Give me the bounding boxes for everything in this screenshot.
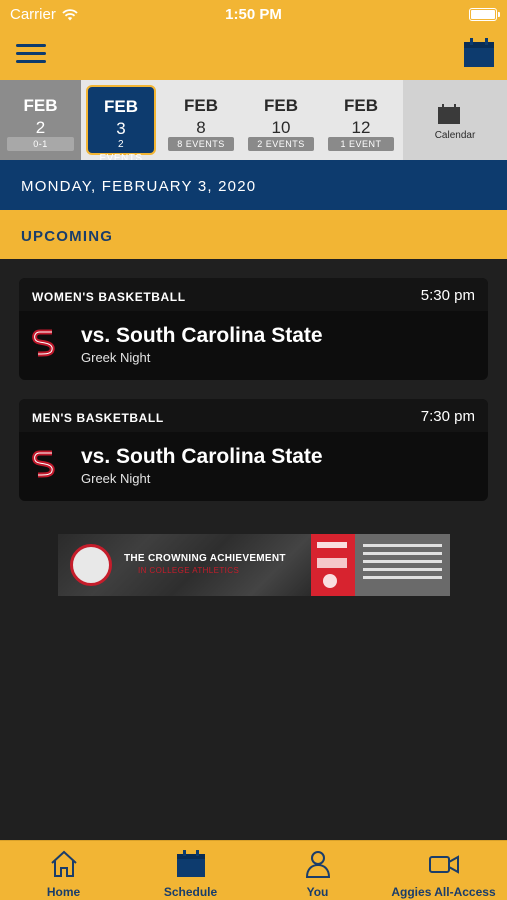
calendar-icon <box>177 850 205 877</box>
ad-fine-print <box>355 534 450 596</box>
calendar-label: Calendar <box>434 130 476 141</box>
sport-label: MEN'S BASKETBALL <box>32 411 164 425</box>
opponent-name: vs. South Carolina State <box>81 445 323 468</box>
event-card-header: WOMEN'S BASKETBALL 5:30 pm <box>19 278 488 311</box>
event-count-badge: 0-1 <box>7 137 74 151</box>
opponent-logo-icon <box>32 329 55 357</box>
event-promo: Greek Night <box>81 350 151 365</box>
trophy-badge-icon <box>70 544 112 586</box>
event-count-badge: 1 EVENT <box>328 137 394 151</box>
tab-label: You <box>306 885 329 899</box>
status-bar: Carrier 1:50 PM <box>0 0 507 30</box>
date-cell[interactable]: FEB 12 1 EVENT <box>321 80 401 160</box>
tab-you[interactable]: You <box>254 841 381 900</box>
sport-label: WOMEN'S BASKETBALL <box>32 290 186 304</box>
event-time: 5:30 pm <box>420 287 475 304</box>
tab-label: Schedule <box>163 885 218 899</box>
date-month: FEB <box>23 96 58 115</box>
event-card-header: MEN'S BASKETBALL 7:30 pm <box>19 399 488 432</box>
tab-label: Home <box>46 885 81 899</box>
status-time: 1:50 PM <box>225 6 282 23</box>
date-day: 12 <box>351 118 371 137</box>
battery-icon <box>469 8 500 21</box>
date-cell[interactable]: FEB 10 2 EVENTS <box>241 80 321 160</box>
person-icon <box>305 851 331 878</box>
section-header: UPCOMING <box>0 210 507 259</box>
event-card[interactable]: MEN'S BASKETBALL 7:30 pm vs. South Carol… <box>19 399 488 501</box>
event-promo: Greek Night <box>81 471 151 486</box>
date-cell-selected[interactable]: FEB 3 2 EVENTS <box>86 85 156 164</box>
date-month: FEB <box>104 97 138 116</box>
video-camera-icon <box>429 855 459 874</box>
event-count-badge: 2 EVENTS <box>99 139 143 164</box>
section-label: UPCOMING <box>21 228 114 245</box>
date-month: FEB <box>184 96 218 115</box>
sponsor-logo-panel <box>311 534 355 596</box>
calendar-button[interactable]: Calendar <box>403 80 507 160</box>
date-strip: FEB 2 0-1 FEB 3 2 EVENTS FEB 8 8 EVENTS … <box>0 80 507 164</box>
menu-icon[interactable] <box>16 44 46 64</box>
tab-label: Aggies All-Access <box>391 885 496 899</box>
ad-banner[interactable]: THE CROWNING ACHIEVEMENT IN COLLEGE ATHL… <box>58 534 450 596</box>
ad-headline: THE CROWNING ACHIEVEMENT <box>124 553 286 564</box>
tab-schedule[interactable]: Schedule <box>127 841 254 900</box>
calendar-icon[interactable] <box>463 38 495 68</box>
event-count-badge: 2 EVENTS <box>248 137 314 151</box>
date-month: FEB <box>344 96 378 115</box>
home-icon <box>51 850 77 877</box>
date-cell[interactable]: FEB 8 8 EVENTS <box>161 80 241 160</box>
date-cell[interactable]: FEB 2 0-1 <box>0 80 81 160</box>
day-header: MONDAY, FEBRUARY 3, 2020 <box>0 160 507 210</box>
date-day: 3 <box>116 119 126 138</box>
opponent-logo-icon <box>32 450 55 478</box>
selected-date-title: MONDAY, FEBRUARY 3, 2020 <box>21 178 257 195</box>
date-day: 2 <box>35 118 46 137</box>
tab-home[interactable]: Home <box>0 841 127 900</box>
date-day: 10 <box>271 118 291 137</box>
event-time: 7:30 pm <box>420 408 475 425</box>
ad-subline: IN COLLEGE ATHLETICS <box>138 566 240 575</box>
date-month: FEB <box>264 96 298 115</box>
calendar-icon <box>438 104 460 124</box>
tab-bar: Home Schedule You Aggies All-Access <box>0 840 507 900</box>
opponent-name: vs. South Carolina State <box>81 324 323 347</box>
event-card[interactable]: WOMEN'S BASKETBALL 5:30 pm vs. South Car… <box>19 278 488 380</box>
tab-aggies-all-access[interactable]: Aggies All-Access <box>380 841 507 900</box>
nav-bar <box>0 30 507 80</box>
date-day: 8 <box>196 118 206 137</box>
event-count-badge: 8 EVENTS <box>168 137 234 151</box>
